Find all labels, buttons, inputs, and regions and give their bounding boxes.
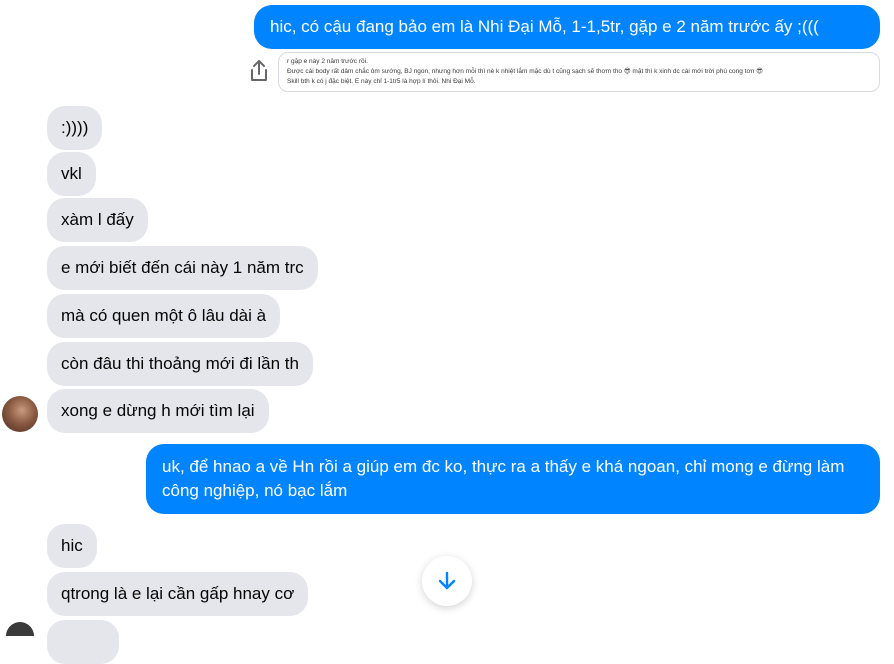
incoming-message[interactable]: mà có quen một ô lâu dài à <box>47 294 281 338</box>
message-text: e mới biết đến cái này 1 năm trc <box>61 258 304 277</box>
scroll-to-bottom-button[interactable] <box>422 556 472 606</box>
incoming-message-partial[interactable] <box>47 620 119 664</box>
incoming-message[interactable]: xàm l đấy <box>47 198 148 242</box>
quoted-message-preview[interactable]: r gặp e này 2 năm trước rồi. Được cái bo… <box>278 52 880 92</box>
outgoing-message[interactable]: hic, có cậu đang bảo em là Nhi Đại Mỗ, 1… <box>254 5 880 49</box>
avatar[interactable] <box>6 622 34 636</box>
message-text: vkl <box>61 164 82 183</box>
quote-line: r gặp e này 2 năm trước rồi. <box>287 58 368 65</box>
message-text: xong e dừng h mới tìm lại <box>61 401 255 420</box>
message-text: uk, để hnao a về Hn rồi a giúp em đc ko,… <box>162 457 845 500</box>
message-text: còn đâu thi thoảng mới đi lần th <box>61 354 299 373</box>
incoming-message[interactable]: vkl <box>47 152 96 196</box>
incoming-message[interactable]: xong e dừng h mới tìm lại <box>47 389 269 433</box>
arrow-down-icon <box>438 571 456 590</box>
incoming-message[interactable]: còn đâu thi thoảng mới đi lần th <box>47 342 313 386</box>
message-text: xàm l đấy <box>61 210 134 229</box>
message-text: hic, có cậu đang bảo em là Nhi Đại Mỗ, 1… <box>270 17 819 36</box>
avatar[interactable] <box>2 396 38 432</box>
share-icon[interactable] <box>247 58 271 84</box>
incoming-message[interactable]: qtrong là e lại cần gấp hnay cơ <box>47 572 309 616</box>
message-text: hic <box>61 536 83 555</box>
incoming-message[interactable]: hic <box>47 524 97 568</box>
message-text: mà có quen một ô lâu dài à <box>61 306 267 325</box>
message-text: qtrong là e lại cần gấp hnay cơ <box>61 584 295 603</box>
quote-line: Được cái body rất dâm chắc ôm sướng, BJ … <box>287 68 763 75</box>
outgoing-message[interactable]: uk, để hnao a về Hn rồi a giúp em đc ko,… <box>146 444 880 514</box>
quote-line: Skill bth k có j đặc biệt. E này chỉ 1-1… <box>287 78 476 85</box>
incoming-message[interactable]: :)))) <box>47 106 103 150</box>
incoming-message[interactable]: e mới biết đến cái này 1 năm trc <box>47 246 318 290</box>
message-text: :)))) <box>61 118 89 137</box>
